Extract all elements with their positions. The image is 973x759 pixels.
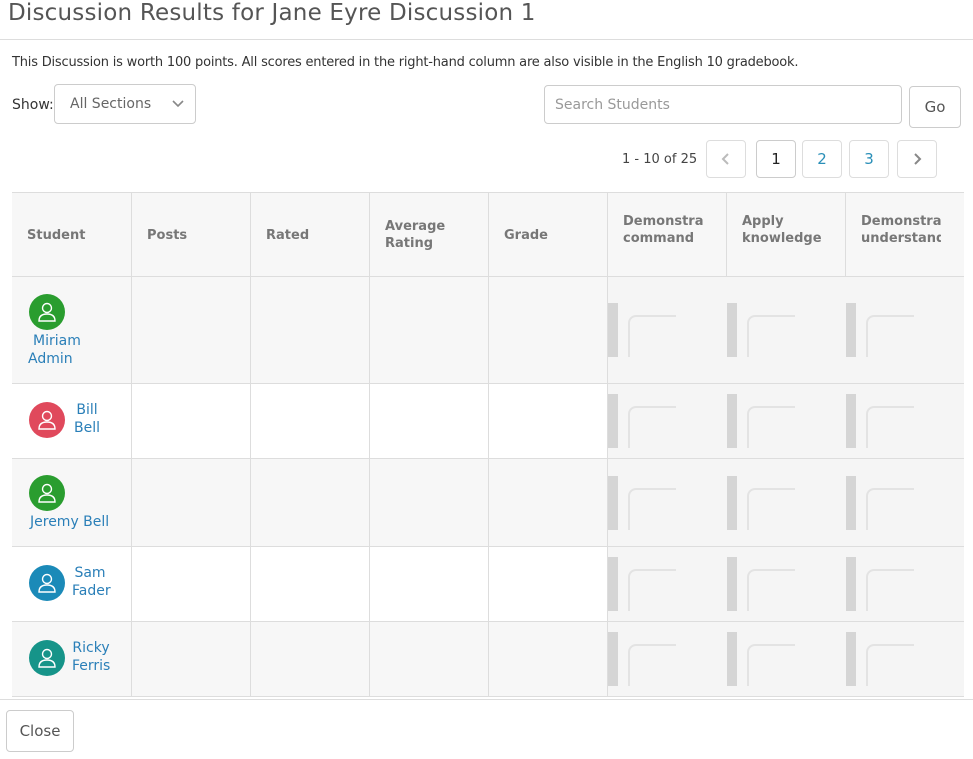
student-name-link[interactable]: Bill Bell: [72, 401, 102, 437]
results-table: Student Posts Rated Average Rating Grade…: [12, 192, 964, 698]
section-select[interactable]: All Sections: [54, 84, 196, 124]
title-divider: [0, 39, 973, 40]
avatar: [29, 294, 65, 330]
show-label: Show:: [12, 97, 54, 113]
avatar: [29, 640, 65, 676]
page-2-button[interactable]: 2: [802, 140, 842, 178]
user-icon: [38, 483, 56, 503]
col-header-rated[interactable]: Rated: [250, 193, 369, 277]
table-row: Bill Bell: [12, 384, 964, 459]
score-input-2[interactable]: [727, 303, 847, 357]
table-header: Student Posts Rated Average Rating Grade…: [12, 192, 964, 277]
score-input-1[interactable]: [608, 303, 728, 357]
pagination-range: 1 - 10 of 25: [622, 152, 698, 167]
col-header-student[interactable]: Student: [12, 193, 131, 277]
table-row: Jeremy Bell: [12, 459, 964, 547]
score-input-2[interactable]: [727, 557, 847, 611]
avatar: [29, 475, 65, 511]
go-button[interactable]: Go: [909, 86, 961, 128]
search-students-input[interactable]: [544, 85, 902, 124]
student-name-link[interactable]: Jeremy Bell: [30, 513, 109, 531]
chevron-down-icon: [172, 100, 184, 108]
close-button[interactable]: Close: [6, 710, 74, 752]
user-icon: [38, 302, 56, 322]
score-input-3[interactable]: [846, 557, 964, 611]
score-input-2[interactable]: [727, 394, 847, 448]
score-cells: [607, 384, 964, 458]
avatar: [29, 402, 65, 438]
score-input-2[interactable]: [727, 475, 847, 530]
score-cells: [607, 547, 964, 621]
col-header-average-rating[interactable]: Average Rating: [369, 193, 488, 277]
user-icon: [38, 573, 56, 593]
score-input-3[interactable]: [846, 303, 964, 357]
col-header-grade[interactable]: Grade: [488, 193, 607, 277]
chevron-right-icon: [914, 153, 922, 165]
col-header-standard-3[interactable]: Demonstrate understanding of figurative: [845, 193, 964, 277]
table-row: Sam Fader: [12, 547, 964, 622]
student-name-link[interactable]: Miriam Admin: [28, 332, 81, 368]
user-icon: [38, 648, 56, 668]
score-input-1[interactable]: [608, 475, 728, 530]
score-input-1[interactable]: [608, 557, 728, 611]
score-cells: [607, 277, 964, 383]
avatar: [29, 565, 65, 601]
score-cells: [607, 459, 964, 546]
student-name-link[interactable]: Sam Fader: [72, 564, 111, 600]
chevron-left-icon: [721, 153, 729, 165]
page-1-button[interactable]: 1: [756, 140, 796, 178]
next-page-button[interactable]: [897, 140, 937, 178]
score-input-3[interactable]: [846, 632, 964, 686]
footer-divider: [0, 699, 973, 700]
score-input-1[interactable]: [608, 632, 728, 686]
col-header-standard-1[interactable]: Demonstrate command of the: [607, 193, 726, 277]
score-input-3[interactable]: [846, 394, 964, 448]
table-row: Miriam Admin: [12, 277, 964, 384]
score-cells: [607, 622, 964, 696]
col-header-posts[interactable]: Posts: [131, 193, 250, 277]
student-name-link[interactable]: Ricky Ferris: [72, 639, 110, 675]
table-row: Ricky Ferris: [12, 622, 964, 697]
score-input-1[interactable]: [608, 394, 728, 448]
discussion-info: This Discussion is worth 100 points. All…: [12, 55, 799, 70]
section-select-value: All Sections: [70, 96, 152, 112]
col-header-standard-2[interactable]: Apply knowledge of language: [726, 193, 845, 277]
score-input-2[interactable]: [727, 632, 847, 686]
prev-page-button[interactable]: [706, 140, 746, 178]
dialog-title: Discussion Results for Jane Eyre Discuss…: [8, 0, 536, 26]
user-icon: [38, 410, 56, 430]
page-3-button[interactable]: 3: [849, 140, 889, 178]
score-input-3[interactable]: [846, 475, 964, 530]
